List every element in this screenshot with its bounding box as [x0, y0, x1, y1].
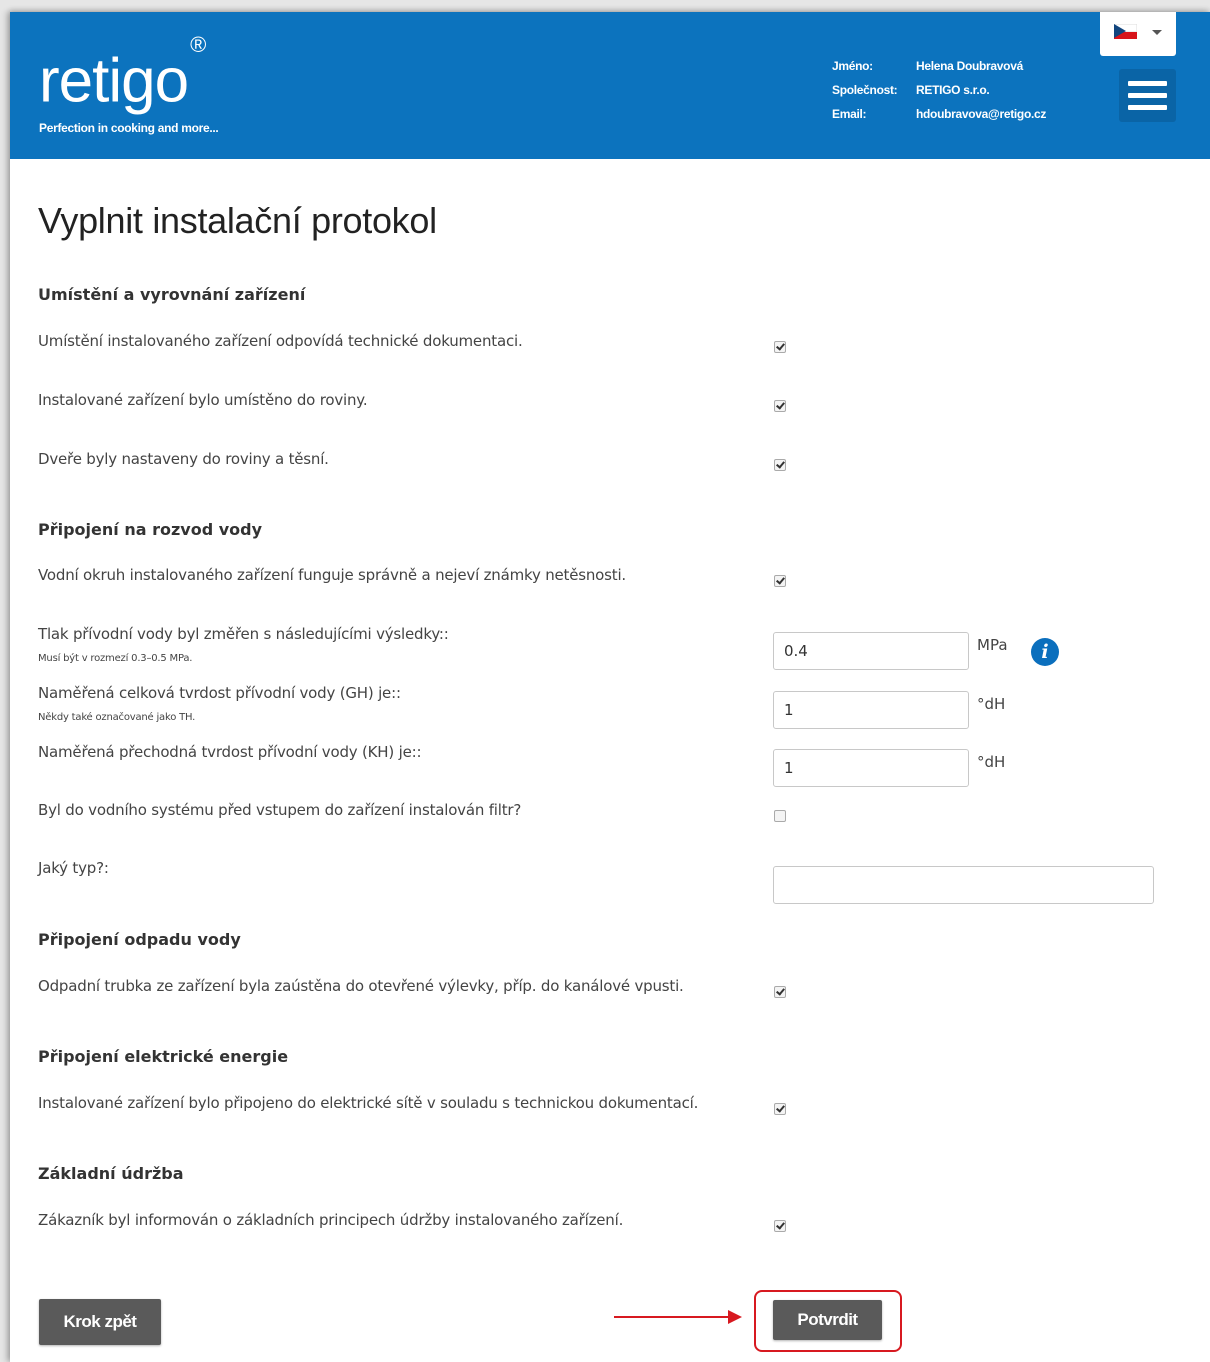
- question-door-level: Dveře byly nastaveny do roviny a těsní.: [38, 450, 329, 468]
- caret-down-icon: [1152, 30, 1162, 35]
- annotation-arrow: [614, 1316, 732, 1318]
- checkbox-placement-level[interactable]: [774, 400, 786, 412]
- page-title: Vyplnit instalační protokol: [38, 200, 437, 241]
- question-maintenance: Zákazník byl informován o základních pri…: [38, 1211, 624, 1229]
- retigo-logo[interactable]: retigo®: [39, 32, 206, 117]
- filter-label: Byl do vodního systému před vstupem do z…: [38, 801, 522, 819]
- info-icon[interactable]: i: [1031, 638, 1059, 666]
- checkbox-drain[interactable]: [774, 986, 786, 998]
- hamburger-menu-icon: [1128, 93, 1167, 98]
- question-placement-doc: Umístění instalovaného zařízení odpovídá…: [38, 332, 523, 350]
- checkbox-filter[interactable]: [774, 810, 786, 822]
- section-title-drain: Připojení odpadu vody: [38, 930, 241, 949]
- user-email: hdoubravova@retigo.cz: [916, 107, 1047, 121]
- kh-label: Naměřená přechodná tvrdost přívodní vody…: [38, 743, 422, 761]
- filter-type-input[interactable]: [773, 866, 1154, 904]
- email-label: Email:: [832, 107, 867, 121]
- section-title-water: Připojení na rozvod vody: [38, 520, 263, 539]
- hamburger-menu-button[interactable]: [1119, 69, 1176, 122]
- user-name: Helena Doubravová: [916, 59, 1023, 73]
- user-company: RETIGO s.r.o.: [916, 83, 990, 97]
- checkbox-placement-doc[interactable]: [774, 341, 786, 353]
- section-title-electric: Připojení elektrické energie: [38, 1047, 289, 1066]
- gh-label: Naměřená celková tvrdost přívodní vody (…: [38, 684, 401, 702]
- language-selector[interactable]: [1100, 12, 1176, 56]
- hamburger-menu-icon: [1128, 105, 1167, 110]
- annotation-highlight-box: [754, 1290, 902, 1352]
- pressure-label: Tlak přívodní vody byl změřen s následuj…: [38, 625, 449, 643]
- question-drain: Odpadní trubka ze zařízení byla zaústěna…: [38, 977, 684, 995]
- filter-type-label: Jaký typ?:: [38, 859, 109, 877]
- kh-input[interactable]: [773, 749, 969, 787]
- kh-unit: °dH: [977, 753, 1006, 771]
- gh-input[interactable]: [773, 691, 969, 729]
- czech-flag-icon: [1114, 24, 1137, 39]
- annotation-arrow-head: [728, 1310, 742, 1324]
- user-info: Jméno: Helena Doubravová Společnost: RETIG…: [832, 59, 1046, 131]
- pressure-unit: MPa: [977, 636, 1008, 654]
- pressure-hint: Musí být v rozmezí 0.3–0.5 MPa.: [38, 653, 193, 664]
- pressure-input[interactable]: [773, 632, 969, 670]
- section-title-placement: Umístění a vyrovnání zařízení: [38, 285, 306, 304]
- question-water-circuit: Vodní okruh instalovaného zařízení fungu…: [38, 566, 626, 584]
- checkbox-electric[interactable]: [774, 1103, 786, 1115]
- back-button[interactable]: Krok zpět: [39, 1299, 161, 1345]
- hamburger-menu-icon: [1128, 81, 1167, 86]
- section-title-maintenance: Základní údržba: [38, 1164, 184, 1183]
- question-placement-level: Instalované zařízení bylo umístěno do ro…: [38, 391, 368, 409]
- gh-hint: Někdy také označované jako TH.: [38, 712, 196, 723]
- checkbox-water-circuit[interactable]: [774, 575, 786, 587]
- question-electric: Instalované zařízení bylo připojeno do e…: [38, 1094, 699, 1112]
- checkbox-door-level[interactable]: [774, 459, 786, 471]
- name-label: Jméno:: [832, 59, 873, 73]
- company-label: Společnost:: [832, 83, 898, 97]
- gh-unit: °dH: [977, 695, 1006, 713]
- checkbox-maintenance[interactable]: [774, 1220, 786, 1232]
- tagline: Perfection in cooking and more...: [39, 121, 219, 135]
